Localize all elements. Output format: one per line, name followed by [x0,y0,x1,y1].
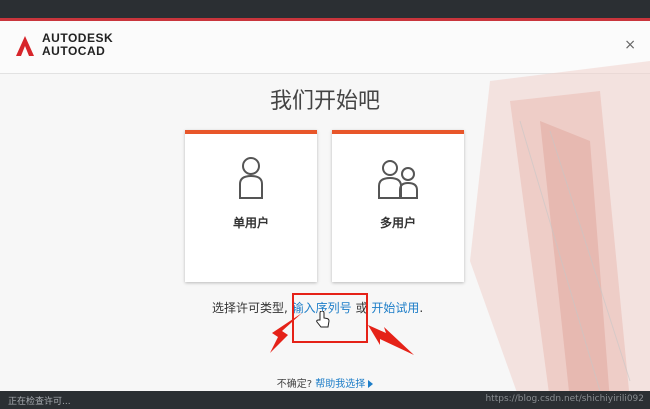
status-text: 正在检查许可... [8,397,71,407]
chevron-right-icon [368,380,374,388]
period-text: . [419,301,424,315]
multi-user-label: 多用户 [379,216,416,230]
single-user-card[interactable]: 单用户 [185,130,317,282]
single-user-label: 单用户 [232,216,269,230]
unsure-text: 不确定? [276,379,313,390]
brand-line2: AUTOCAD [42,44,106,58]
single-user-icon [239,157,263,199]
left-annotation-arrow [270,313,302,353]
brand-line1: AUTODESK [42,31,114,45]
brand-logo: AUTODESK AUTOCAD [42,32,113,57]
autodesk-logo-icon [16,36,34,56]
right-annotation-arrow [368,325,414,355]
watermark-text: https://blog.csdn.net/shichiyirili092 [485,394,644,404]
license-dialog: AUTODESK AUTOCAD × 我们开始吧 单用户 多用户 选择许可类型,… [0,18,650,394]
status-bar: 正在检查许可... https://blog.csdn.net/shichiyi… [0,391,650,409]
close-icon[interactable]: × [624,37,636,53]
help-footer: 不确定? 帮助我选择 [0,375,650,390]
start-trial-link[interactable]: 开始试用 [371,301,419,315]
page-title: 我们开始吧 [269,89,380,114]
help-choose-link[interactable]: 帮助我选择 [315,379,365,390]
multi-user-icon [378,160,418,199]
hand-cursor-icon [316,311,330,328]
multi-user-card[interactable]: 多用户 [332,130,464,282]
